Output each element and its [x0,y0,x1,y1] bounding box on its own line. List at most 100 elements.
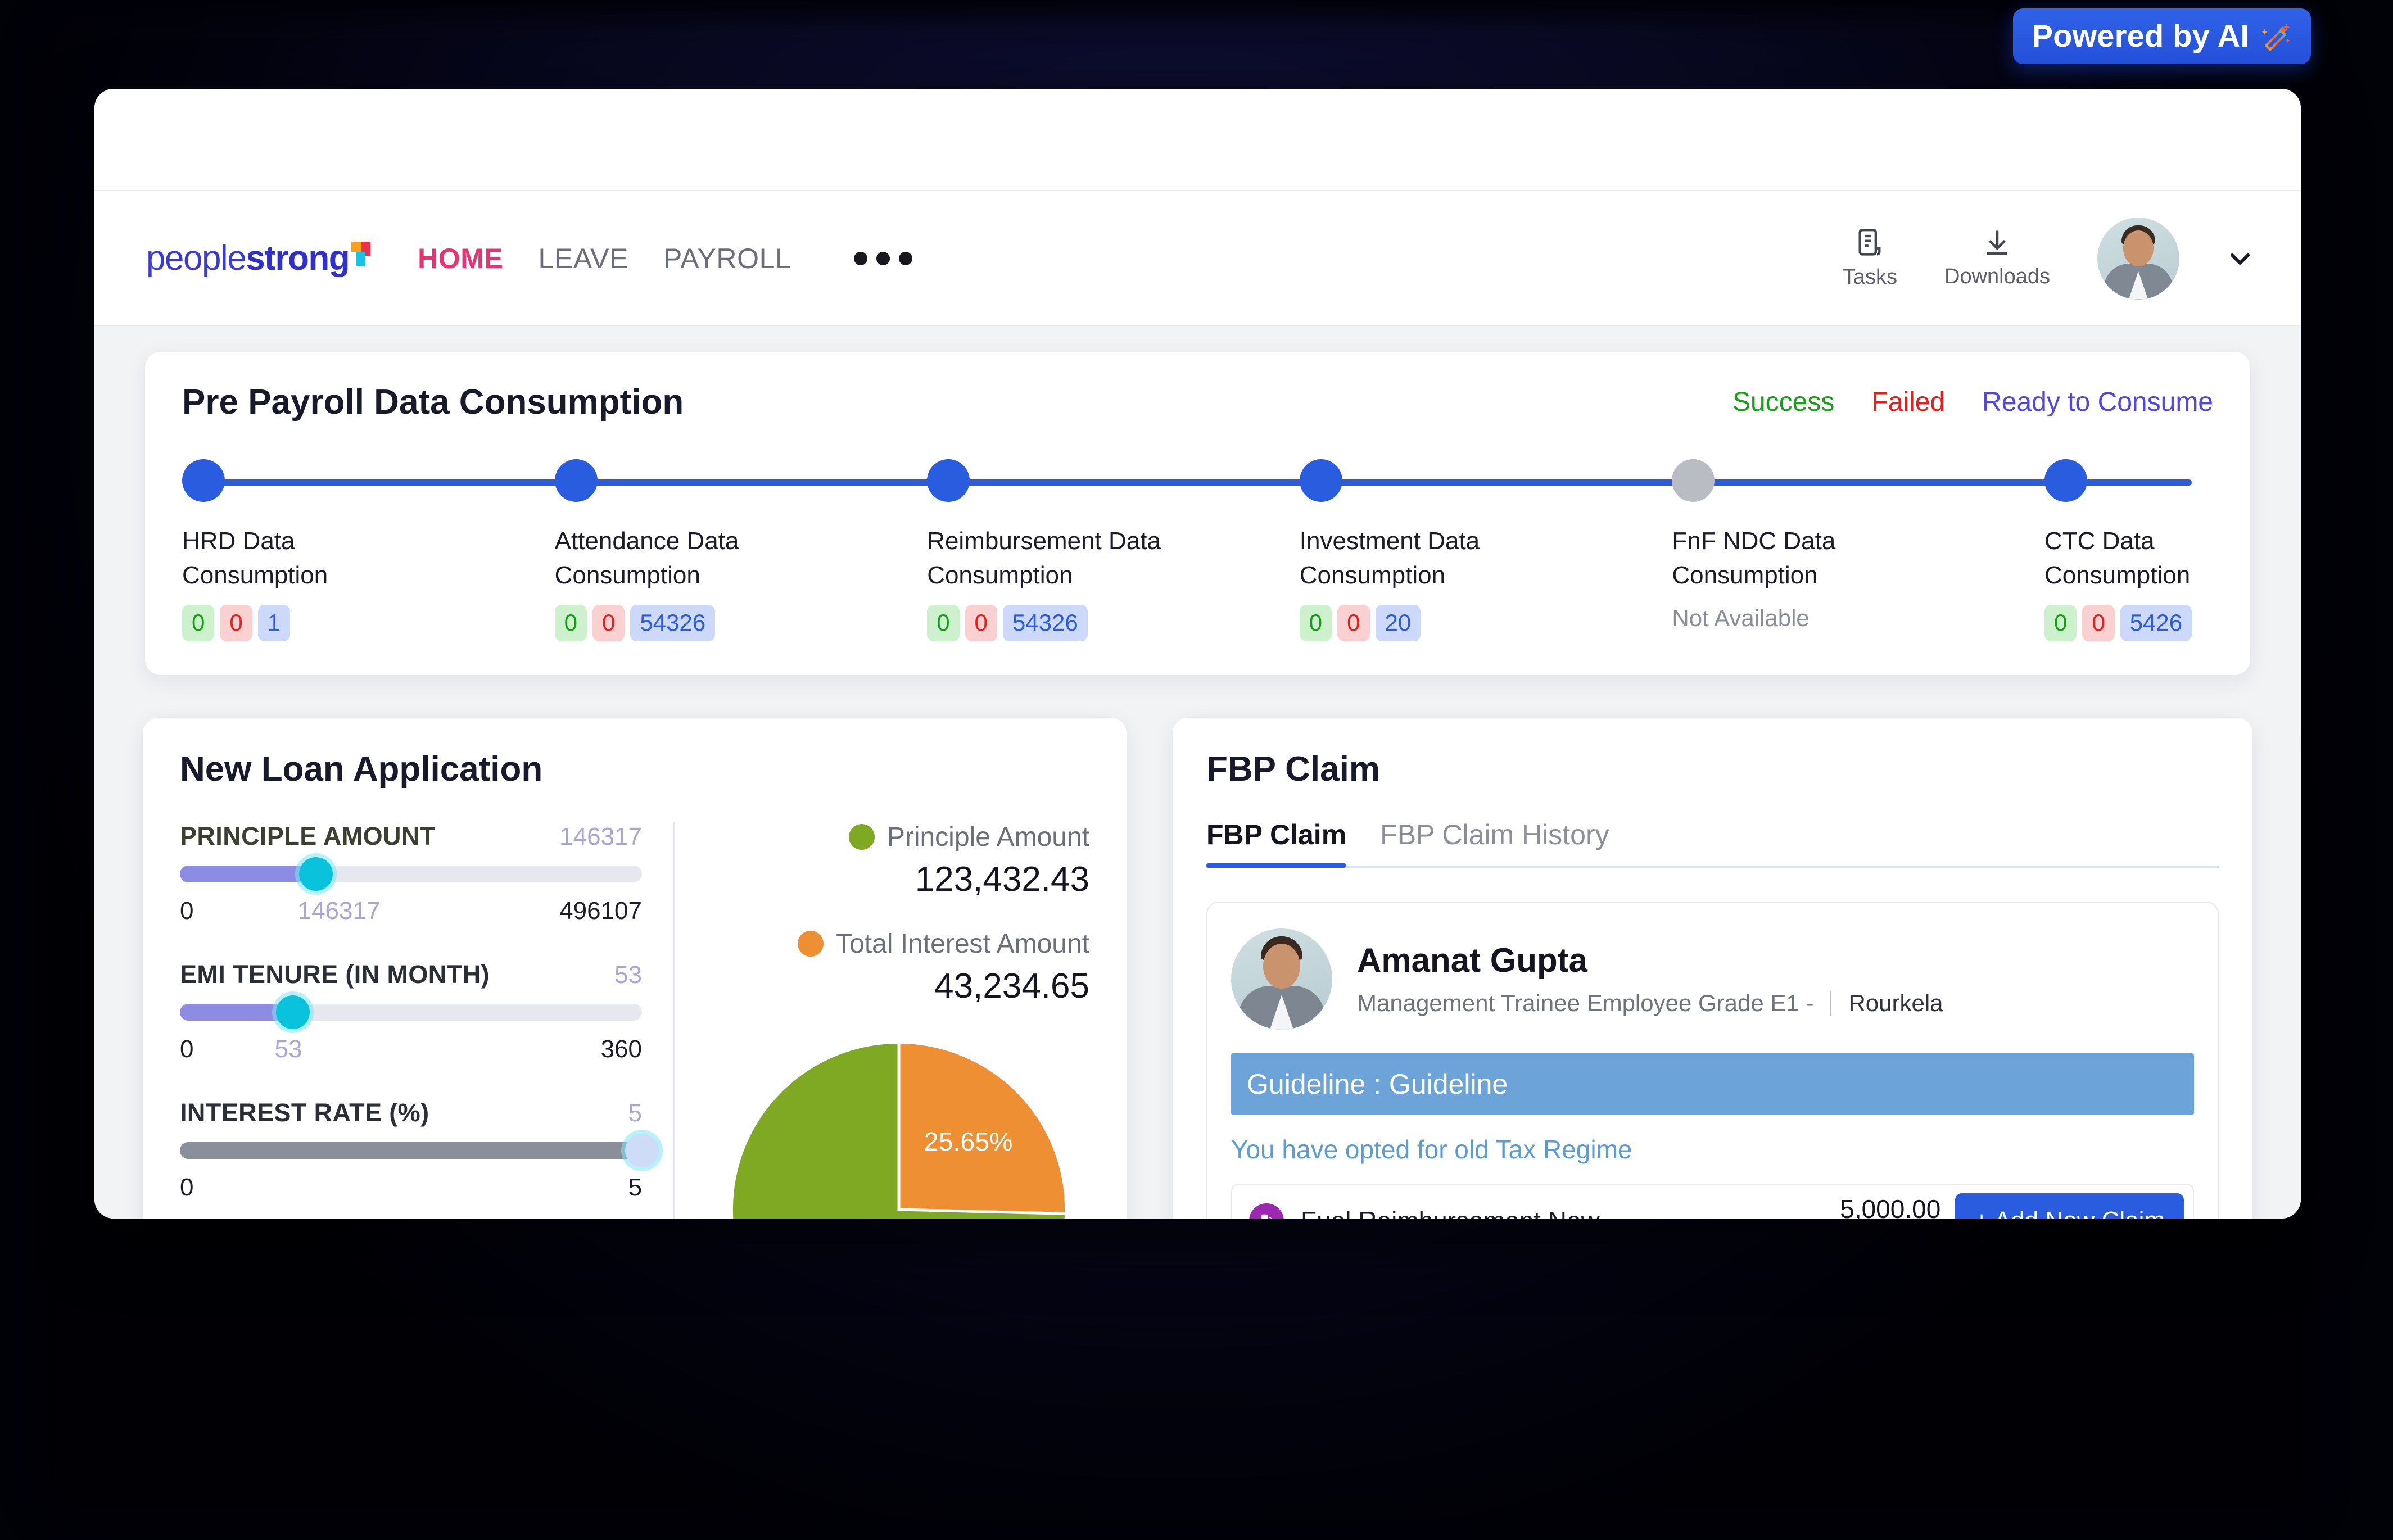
downloads-button[interactable]: Downloads [1944,228,2050,289]
slider-value: 5 [628,1099,642,1127]
fbp-claim-card: FBP Claim FBP Claim FBP Claim History Am… [1173,717,2252,1219]
step-badges: 0 0 54326 [554,605,928,641]
fuel-icon [1249,1203,1284,1219]
logo-bold-text: strong [246,239,350,278]
stepper-step[interactable]: FnF NDC Data Consumption Not Available [1672,459,2044,641]
lower-row: New Loan Application PRINCIPLE AMOUNT 146… [143,717,2252,1219]
step-label: Investment Data Consumption [1299,527,1480,589]
claim-limit-block: 5,000.00Claim Limit [1840,1194,1940,1219]
slider-max: 496107 [559,896,642,925]
loan-pie-chart: 25.65%75.35% [725,1035,1073,1219]
badge-success: 0 [554,605,587,641]
nav-more-menu-icon[interactable] [854,251,913,265]
slider-header: EMI TENURE (IN MONTH) 53 [180,960,642,989]
stepper-steps: HRD Data Consumption 0 0 1 Attendance Data C… [182,459,2213,641]
slider-max: 5 [628,1173,642,1201]
add-new-claim-button[interactable]: + Add New Claim [1955,1193,2184,1219]
step-badges: 001 [182,605,555,641]
slider-min: 0 [180,896,194,925]
claim-right: 5,000.00Claim Limit + Add New Claim [1840,1193,2184,1219]
legend-principle-dot [848,824,875,850]
meta-divider [1830,991,1832,1016]
slider-header: INTEREST RATE (%) 5 [180,1098,642,1127]
loan-chart-area: Principle Amount 123,432.43 Total Intere… [675,822,1089,1219]
slider-track[interactable] [180,995,642,1029]
tasks-button[interactable]: Tasks [1843,227,1897,289]
employee-header: Amanat Gupta Management Trainee Employee… [1231,928,2194,1030]
stepper-step[interactable]: Investment Data Consumption 0 0 20 [1299,459,1672,641]
consumption-stepper: HRD Data Consumption 0 0 1 Attendance Data C… [182,459,2213,641]
step-label: CTC Data Consumption [2044,527,2191,589]
legend-principle-label: Principle Amount [886,822,1089,852]
step-dot[interactable] [554,459,598,502]
nav-link-leave[interactable]: LEAVE [538,242,628,275]
stepper-step[interactable]: HRD Data Consumption 0 0 1 [182,459,555,641]
slider-thumb[interactable] [276,995,310,1029]
loan-sliders: PRINCIPLE AMOUNT 146317 0 146317 496107 EMI T… [180,821,675,1219]
tab-fbp-claim[interactable]: FBP Claim [1206,818,1347,868]
nav-links: HOME LEAVE PAYROLL [418,242,913,275]
stepper-step[interactable]: Attendance Data Consumption 0 0 54326 [554,459,928,641]
stepper-step[interactable]: CTC Data Consumption 0 0 5426 [2044,459,2213,641]
top-navbar: peoplestrong HOME LEAVE PAYROLL Tasks Do… [94,191,2301,326]
step-badges: 0 0 20 [1299,605,1672,641]
slider-thumb[interactable] [299,857,333,891]
pre-payroll-header: Pre Payroll Data Consumption Success Fai… [182,382,2213,422]
slider-scale: 0 53 360 [180,1035,642,1063]
tab-fbp-claim-history[interactable]: FBP Claim History [1380,818,1609,866]
step-dot[interactable] [2044,459,2087,502]
legend-failed[interactable]: Failed [1871,387,1945,418]
browser-window: peoplestrong HOME LEAVE PAYROLL Tasks Do… [94,89,2301,1219]
downloads-label: Downloads [1944,265,2050,288]
tax-regime-text[interactable]: You have opted for old Tax Regime [1231,1134,2194,1165]
tasks-icon [1858,229,1881,256]
badge-ready: 20 [1375,605,1421,641]
step-label: Attendance Data Consumption [554,527,739,589]
logo-mark-icon [351,242,371,266]
slider-row: PRINCIPLE AMOUNT 146317 0 146317 496107 [180,822,642,925]
claim-list: Fuel Reimbursement New 5,000.00Claim Limi… [1231,1183,2194,1219]
pie-slice-label: 25.65% [924,1127,1013,1156]
claim-amount: 5,000.00 [1840,1194,1941,1219]
magic-wand-icon [2261,23,2290,51]
claim-row: Fuel Reimbursement New 5,000.00Claim Limi… [1231,1183,2194,1219]
slider-label: INTEREST RATE (%) [180,1098,429,1127]
slider-scale: 0 146317 496107 [180,897,642,925]
badge-failed: 0 [1337,605,1370,641]
nav-right-actions: Tasks Downloads [1843,217,2254,300]
legend-principle: Principle Amount 123,432.43 [708,822,1089,899]
badge-ready: 5426 [2120,605,2192,641]
employee-name: Amanat Gupta [1357,941,1588,980]
slider-fill [180,865,316,882]
dashboard-page: Pre Payroll Data Consumption Success Fai… [94,326,2301,1219]
slider-track[interactable] [180,1133,659,1167]
badge-success: 0 [1299,605,1332,641]
step-badges: 0 0 54326 [927,605,1300,641]
employee-meta: Management Trainee Employee Grade E1 - R… [1357,990,1943,1017]
logo-light-text: people [146,239,247,278]
slider-label: PRINCIPLE AMOUNT [180,821,436,850]
badge-failed: 0 [2082,605,2115,641]
badge-success: 0 [927,605,960,641]
powered-by-ai-badge[interactable]: Powered by AI [2012,8,2311,64]
slider-track[interactable] [180,857,642,891]
employee-location: Rourkela [1848,990,1943,1017]
legend-interest-label: Total Interest Amount [836,928,1089,959]
peoplestrong-logo[interactable]: peoplestrong [146,238,371,278]
step-dot[interactable] [927,459,970,502]
step-dot[interactable] [1672,459,1715,502]
nav-link-payroll[interactable]: PAYROLL [663,242,791,275]
legend-success[interactable]: Success [1732,387,1834,418]
nav-link-home[interactable]: HOME [418,242,503,275]
stepper-step[interactable]: Reimbursement Data Consumption 0 0 54326 [927,459,1300,641]
slider-thumb[interactable] [625,1133,659,1167]
slider-current-label: 146317 [297,896,381,925]
slider-value: 146317 [559,822,642,850]
step-dot[interactable] [1299,459,1342,502]
avatar[interactable] [2097,217,2179,300]
legend-ready[interactable]: Ready to Consume [1982,387,2213,418]
step-dot[interactable] [182,459,225,502]
legend-interest-amount: 43,234.65 [934,966,1089,1005]
step-not-available: Not Available [1672,605,1810,632]
chevron-down-icon[interactable] [2227,245,2254,272]
